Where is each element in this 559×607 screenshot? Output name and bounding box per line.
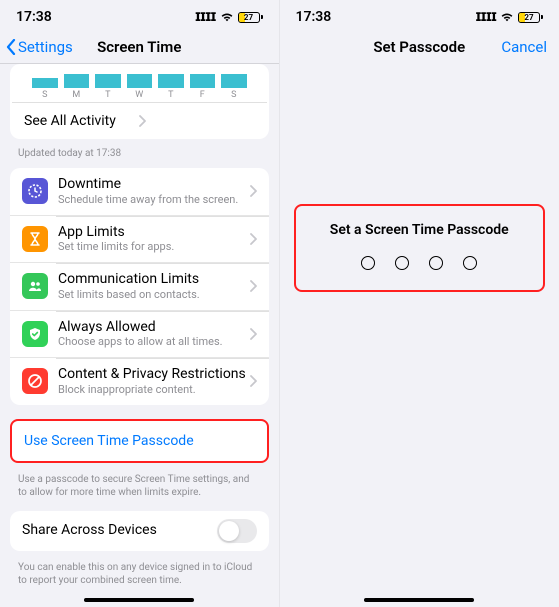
wifi-icon — [220, 12, 234, 22]
passcode-dot — [429, 256, 443, 270]
cancel-button[interactable]: Cancel — [501, 38, 547, 56]
app-limits-row[interactable]: App Limits Set time limits for apps. — [10, 215, 269, 263]
wifi-icon — [500, 12, 514, 22]
updated-footnote: Updated today at 17:38 — [0, 145, 279, 160]
battery-indicator: 27 — [238, 12, 263, 23]
status-time: 17:38 — [16, 9, 52, 25]
limits-card: Downtime Schedule time away from the scr… — [10, 168, 269, 405]
checkmark-shield-icon — [22, 321, 48, 347]
back-button[interactable]: Settings — [0, 38, 79, 56]
row-title: Content & Privacy Restrictions — [58, 366, 250, 383]
chart-day-labels: SMTWTFS — [26, 88, 253, 100]
people-icon — [22, 273, 48, 299]
chevron-right-icon — [250, 328, 257, 340]
downtime-row[interactable]: Downtime Schedule time away from the scr… — [10, 168, 269, 215]
content-privacy-row[interactable]: Content & Privacy Restrictions Block ina… — [10, 357, 269, 405]
no-entry-icon — [22, 368, 48, 394]
screen-time-settings-screen: 17:38 𝗜𝗜𝗜𝗜 27 Settings Screen Time — [0, 0, 280, 607]
share-toggle[interactable] — [217, 519, 257, 543]
nav-bar: Settings Screen Time — [0, 30, 279, 64]
cellular-signal-icon: 𝗜𝗜𝗜𝗜 — [195, 10, 216, 24]
chart-bar — [221, 74, 247, 88]
passcode-dot — [463, 256, 477, 270]
row-subtitle: Set time limits for apps. — [58, 240, 250, 254]
status-bar: 17:38 𝗜𝗜𝗜𝗜 27 — [280, 6, 559, 28]
usage-chart: SMTWTFS — [12, 72, 267, 102]
passcode-panel: Set a Screen Time Passcode — [294, 204, 546, 292]
see-all-label: See All Activity — [24, 113, 139, 129]
row-subtitle: Schedule time away from the screen. — [58, 193, 250, 207]
chart-bar — [64, 74, 90, 88]
passcode-footnote: Use a passcode to secure Screen Time set… — [0, 471, 279, 499]
usage-chart-card: SMTWTFS See All Activity — [10, 64, 269, 139]
chart-bar — [32, 78, 58, 88]
chart-bar — [190, 74, 216, 88]
passcode-card: Use Screen Time Passcode — [10, 419, 269, 463]
back-label: Settings — [18, 38, 73, 56]
row-subtitle: Block inappropriate content. — [58, 383, 250, 397]
chevron-right-icon — [250, 280, 257, 292]
nav-bar: Set Passcode Cancel — [280, 30, 559, 64]
status-indicators: 𝗜𝗜𝗜𝗜 27 — [475, 10, 543, 24]
battery-indicator: 27 — [518, 12, 543, 23]
passcode-dot — [395, 256, 409, 270]
content-scroll[interactable]: SMTWTFS See All Activity Updated today a… — [0, 64, 279, 607]
chart-bar — [127, 74, 153, 88]
row-title: App Limits — [58, 224, 250, 241]
row-title: Always Allowed — [58, 319, 250, 336]
status-bar: 17:38 𝗜𝗜𝗜𝗜 27 — [0, 6, 279, 28]
hourglass-icon — [22, 226, 48, 252]
chart-bar — [158, 74, 184, 88]
status-time: 17:38 — [296, 9, 332, 25]
communication-limits-row[interactable]: Communication Limits Set limits based on… — [10, 262, 269, 310]
use-screen-time-passcode-row[interactable]: Use Screen Time Passcode — [12, 421, 267, 461]
set-passcode-screen: 17:38 𝗜𝗜𝗜𝗜 27 Set Passcode Cancel Set a … — [280, 0, 559, 607]
row-subtitle: Choose apps to allow at all times. — [58, 335, 250, 349]
share-across-devices-row[interactable]: Share Across Devices — [10, 511, 269, 551]
see-all-activity-row[interactable]: See All Activity — [12, 103, 267, 139]
always-allowed-row[interactable]: Always Allowed Choose apps to allow at a… — [10, 310, 269, 358]
passcode-dots[interactable] — [361, 256, 477, 270]
home-indicator[interactable] — [364, 598, 474, 602]
chart-bar — [95, 74, 121, 88]
share-card: Share Across Devices — [10, 511, 269, 551]
status-indicators: 𝗜𝗜𝗜𝗜 27 — [195, 10, 263, 24]
passcode-dot — [361, 256, 375, 270]
row-subtitle: Set limits based on contacts. — [58, 288, 250, 302]
chevron-right-icon — [139, 115, 254, 127]
row-title: Communication Limits — [58, 271, 250, 288]
chevron-right-icon — [250, 185, 257, 197]
share-footnote: You can enable this on any device signed… — [0, 559, 279, 587]
downtime-icon — [22, 178, 48, 204]
passcode-entry: Set a Screen Time Passcode — [294, 204, 546, 292]
share-label: Share Across Devices — [22, 522, 217, 539]
passcode-link-label: Use Screen Time Passcode — [24, 433, 194, 449]
chevron-right-icon — [250, 375, 257, 387]
home-indicator[interactable] — [84, 598, 194, 602]
passcode-prompt: Set a Screen Time Passcode — [330, 222, 509, 238]
cellular-signal-icon: 𝗜𝗜𝗜𝗜 — [475, 10, 496, 24]
row-title: Downtime — [58, 176, 250, 193]
chevron-right-icon — [250, 233, 257, 245]
